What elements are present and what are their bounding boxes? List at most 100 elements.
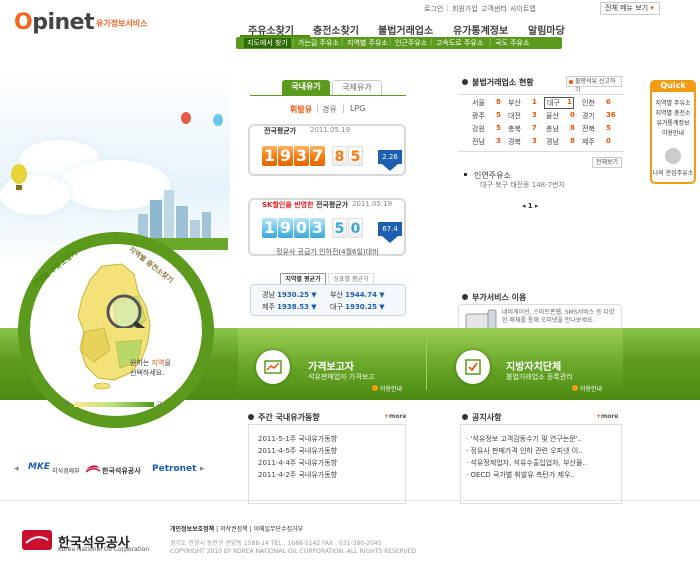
cell-region: 부산 bbox=[508, 99, 521, 107]
price-digit: 9 bbox=[278, 146, 293, 166]
region-name: 대구 bbox=[330, 303, 343, 311]
notice-text: 석유정제업자, 석유수출입업자, 부산물.. bbox=[470, 459, 587, 467]
tab-domestic-price[interactable]: 국내유가 bbox=[282, 80, 330, 96]
email-refusal-link[interactable]: 이메일무단수집거부 bbox=[253, 526, 303, 533]
footer-links: 개인정보보호정책 | 저작권정책 | 이메일무단수집거부 bbox=[170, 526, 304, 533]
subnav-map-search[interactable]: 지도에서 찾기 bbox=[244, 38, 291, 48]
illegal-cell[interactable]: 충북 7 bbox=[508, 124, 548, 134]
illegal-cell[interactable]: 경기 36 bbox=[582, 111, 622, 121]
region-row[interactable]: 부산 1944.74 ▼ bbox=[330, 290, 385, 300]
list-item[interactable]: · 석유정제업자, 석유수출입업자, 부산물.. bbox=[466, 458, 587, 468]
quick-menu-header: Quick bbox=[650, 80, 696, 92]
illegal-cell[interactable]: 전북 5 bbox=[582, 124, 622, 134]
chart-board-icon bbox=[264, 360, 282, 374]
illegal-cell[interactable]: 충남 8 bbox=[546, 124, 586, 134]
sitemap-link[interactable]: 사이트맵 bbox=[510, 4, 536, 14]
petronet-logo[interactable]: Petronet bbox=[152, 464, 196, 474]
copyright-policy-link[interactable]: 저작권정책 bbox=[220, 526, 248, 533]
illegal-cell[interactable]: 인천 6 bbox=[582, 98, 622, 108]
view-all-button[interactable]: 전체보기 bbox=[592, 157, 622, 168]
subnav-route-station[interactable]: 가는길 주유소 bbox=[298, 38, 339, 48]
list-item[interactable]: · OECD 국가별 휘발유 측탄가 제우.. bbox=[466, 470, 575, 480]
cell-region: 전북 bbox=[582, 125, 595, 133]
illegal-cell[interactable]: 대전 3 bbox=[508, 111, 548, 121]
gnb-notice[interactable]: 알림마당 bbox=[528, 22, 565, 37]
illegal-cell[interactable]: 서울 8 bbox=[472, 98, 512, 108]
gnb-find-charging[interactable]: 충전소찾기 bbox=[313, 22, 359, 37]
fuel-gasoline[interactable]: 휘발유 bbox=[290, 104, 312, 115]
region-name: 경남 bbox=[262, 291, 275, 299]
illegal-cell-selected[interactable]: 대구 1 bbox=[544, 97, 574, 109]
report-bad-fuel-button[interactable]: 불량석유 신고하기 bbox=[566, 76, 622, 94]
prev-arrow-icon[interactable]: ◂ bbox=[522, 202, 526, 210]
weekly-trend-more[interactable]: +more bbox=[384, 413, 406, 420]
region-price: 1930.25 bbox=[277, 291, 310, 299]
customer-center-link[interactable]: 고객센터 bbox=[481, 4, 507, 14]
illegal-cell[interactable]: 부산 1 bbox=[508, 98, 548, 108]
list-item[interactable]: · '석유정보 고객감동수기 및 연구논문'.. bbox=[466, 434, 582, 444]
cell-region: 전남 bbox=[472, 138, 485, 146]
list-item[interactable]: 2011-4-5주 국내유가동향 bbox=[258, 446, 337, 456]
mke-logo[interactable]: MKE bbox=[28, 462, 50, 472]
next-arrow-icon[interactable]: ▸ bbox=[535, 202, 539, 210]
subnav-region-station[interactable]: 지역별 주유소 bbox=[347, 38, 388, 48]
region-row[interactable]: 경남 1930.25 ▼ bbox=[262, 290, 317, 300]
partners-next-icon[interactable]: ▸ bbox=[200, 464, 205, 474]
illegal-cell[interactable]: 광주 5 bbox=[472, 111, 512, 121]
privacy-policy-link[interactable]: 개인정보보호정책 bbox=[170, 526, 214, 533]
region-row[interactable]: 대구 1930.25 ▼ bbox=[330, 302, 385, 312]
illegal-cell[interactable]: 제주 0 bbox=[582, 137, 622, 147]
list-item[interactable]: 2011-4-4주 국내유가동향 bbox=[258, 458, 337, 468]
quick-favorite-station[interactable]: 나의 관심주유소 bbox=[652, 168, 694, 177]
quick-price-statistics[interactable]: 유가통계정보 bbox=[652, 118, 694, 127]
subnav-highway-station[interactable]: 고속도로 주유소 bbox=[436, 38, 483, 48]
cell-region: 울산 bbox=[546, 112, 559, 120]
illegal-cell[interactable]: 경북 3 bbox=[508, 137, 548, 147]
cell-count: 3 bbox=[496, 137, 501, 145]
illegal-cell[interactable]: 전남 3 bbox=[472, 137, 512, 147]
list-item[interactable]: 2011-5-1주 국내유가동향 bbox=[258, 434, 337, 444]
quick-guide[interactable]: 이용안내 bbox=[652, 128, 694, 137]
report-button-label: 불량석유 신고하기 bbox=[575, 78, 616, 94]
subnav-nearby-station[interactable]: 인근주유소 bbox=[395, 38, 427, 48]
price-change-value: 2.26 bbox=[378, 150, 402, 164]
illegal-cell[interactable]: 경남 8 bbox=[546, 137, 586, 147]
down-arrow-icon: ▼ bbox=[379, 291, 385, 299]
gnb-illegal-business[interactable]: 불법거래업소 bbox=[378, 22, 433, 37]
tab-international-price[interactable]: 국제유가 bbox=[332, 80, 382, 96]
region-row[interactable]: 제주 1938.53 ▼ bbox=[262, 302, 317, 312]
illegal-cell[interactable]: 강원 5 bbox=[472, 124, 512, 134]
knoc-logo-icon[interactable] bbox=[86, 462, 100, 474]
local-gov-title[interactable]: 지방자치단체 bbox=[506, 358, 561, 373]
quick-region-station[interactable]: 지역별 주유소 bbox=[652, 98, 694, 107]
subnav-separator: | bbox=[489, 38, 492, 46]
illegal-cell[interactable]: 울산 0 bbox=[546, 111, 586, 121]
price-reporter-guide-link[interactable]: 이용안내 bbox=[372, 384, 402, 393]
logo-subtitle: 유가정보서비스 bbox=[96, 19, 148, 28]
join-link[interactable]: 회원가입 bbox=[452, 4, 478, 14]
cell-region: 인천 bbox=[582, 99, 595, 107]
quick-region-charging[interactable]: 지역별 충전소 bbox=[652, 108, 694, 117]
price-decimal-digit: 5 bbox=[332, 218, 347, 238]
discount-note: 정유사 공급가 인하전(4월6일)대비 bbox=[276, 248, 379, 256]
subnav-national-road-station[interactable]: 국도 주유소 bbox=[495, 38, 529, 48]
favorite-station-icon[interactable] bbox=[665, 148, 681, 164]
opinet-logo[interactable]: Opinet bbox=[14, 10, 95, 35]
list-item[interactable]: 2011-4-2주 국내유가동향 bbox=[258, 470, 337, 480]
local-gov-guide-link[interactable]: 이용안내 bbox=[572, 384, 602, 393]
price-reporter-title[interactable]: 가격보고자 bbox=[308, 358, 354, 373]
list-item[interactable]: · 정유사 판매가격 인하 관련 오피넷 이.. bbox=[466, 446, 583, 456]
discount-change-value: 67.4 bbox=[378, 222, 402, 236]
fuel-diesel[interactable]: 경유 bbox=[322, 104, 337, 115]
all-menu-dropdown[interactable]: 전체 메뉴 보기 ▾ bbox=[600, 2, 660, 15]
gnb-price-statistics[interactable]: 유가통계정보 bbox=[453, 22, 508, 37]
fuel-lpg[interactable]: LPG bbox=[350, 104, 365, 113]
guide-link-label: 이용안내 bbox=[380, 386, 403, 393]
notice-more[interactable]: +more bbox=[596, 413, 618, 420]
util-separator: | bbox=[446, 4, 449, 12]
cell-count: 6 bbox=[606, 98, 611, 106]
cell-region: 서울 bbox=[472, 99, 485, 107]
login-link[interactable]: 로그인 bbox=[424, 4, 443, 14]
price-down-arrow-icon bbox=[382, 236, 398, 243]
partners-prev-icon[interactable]: ◂ bbox=[14, 464, 19, 474]
